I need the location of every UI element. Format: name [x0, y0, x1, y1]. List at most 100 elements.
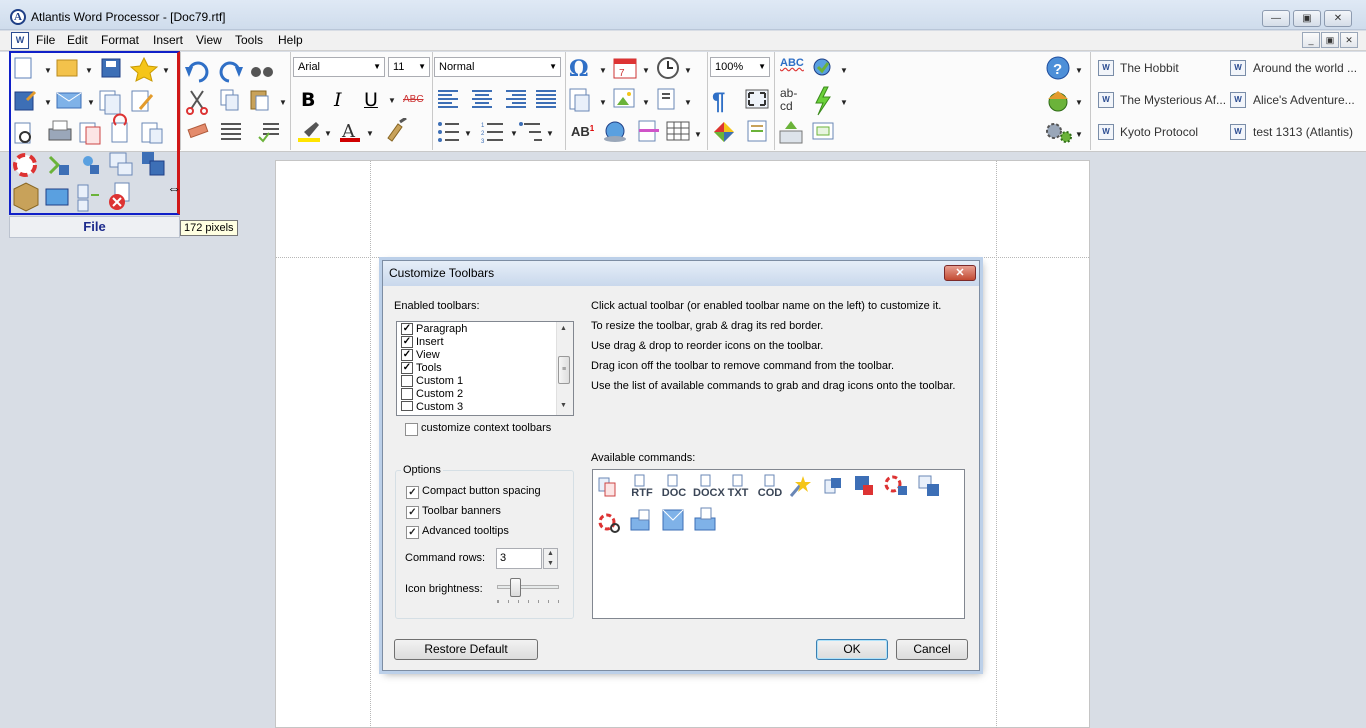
- scroll-thumb[interactable]: ≡: [558, 356, 570, 384]
- close-window-button[interactable]: ✕: [1324, 10, 1352, 27]
- calendar-icon: 7: [613, 58, 637, 79]
- maximize-button[interactable]: ▣: [1293, 10, 1321, 27]
- command-rows-spinner[interactable]: ▲ ▼: [543, 548, 558, 569]
- font-size-combo[interactable]: 11 ▼: [388, 57, 430, 77]
- toolbar-checkbox-insert[interactable]: ✓: [401, 336, 413, 348]
- menu-insert[interactable]: Insert: [150, 32, 186, 48]
- cmd-label-txt[interactable]: TXT: [725, 488, 751, 516]
- cmd-document-group-icon: [598, 477, 616, 497]
- toolbar-checkbox-tools[interactable]: ✓: [401, 362, 413, 374]
- align-right-icon: [506, 90, 526, 108]
- toolbar-checkbox-custom1[interactable]: [401, 375, 413, 387]
- svg-text:3: 3: [481, 139, 485, 145]
- strikethrough-button[interactable]: ABC: [403, 94, 424, 105]
- svg-text:1: 1: [481, 123, 485, 129]
- cmd-label-cod[interactable]: COD: [757, 488, 783, 516]
- menu-help[interactable]: Help: [275, 32, 306, 48]
- cut-scissors-icon: [186, 90, 208, 115]
- svg-text:▼: ▼: [324, 129, 332, 138]
- svg-text:▼: ▼: [684, 66, 692, 75]
- cmd-label-rtf[interactable]: RTF: [629, 488, 655, 516]
- menu-format[interactable]: Format: [98, 32, 142, 48]
- mdi-restore-button[interactable]: ▣: [1321, 32, 1339, 48]
- svg-text:▼: ▼: [1075, 98, 1083, 107]
- zoom-combo[interactable]: 100% ▼: [710, 57, 770, 77]
- toolbar-item-custom2[interactable]: Custom 2: [416, 388, 463, 401]
- advanced-tooltips-checkbox[interactable]: ✓: [406, 526, 419, 539]
- cancel-button[interactable]: Cancel: [896, 639, 968, 660]
- menu-edit[interactable]: Edit: [64, 32, 91, 48]
- mdi-minimize-button[interactable]: _: [1302, 32, 1320, 48]
- fullscreen-icon: [745, 89, 769, 109]
- toolbar-checkbox-custom2[interactable]: [401, 388, 413, 400]
- resize-tooltip: 172 pixels: [180, 220, 238, 236]
- toolbar-checkbox-custom3[interactable]: [401, 401, 413, 411]
- dialog-close-button[interactable]: ✕: [944, 265, 976, 281]
- align-center-icon: [472, 90, 492, 108]
- bold-button[interactable]: B: [301, 89, 315, 111]
- cmd-file-doc-icon: [667, 474, 678, 487]
- font-combo[interactable]: Arial ▼: [293, 57, 385, 77]
- brightness-slider-track[interactable]: [497, 585, 559, 589]
- recent-doc-5[interactable]: Kyoto Protocol: [1120, 125, 1198, 139]
- italic-button[interactable]: I: [334, 89, 342, 111]
- toolbar-item-view[interactable]: View: [416, 349, 440, 362]
- page-layout-icon: [747, 120, 767, 142]
- recent-doc-6[interactable]: test 1313 (Atlantis): [1253, 125, 1353, 139]
- ok-button[interactable]: OK: [816, 639, 888, 660]
- mdi-close-button[interactable]: ✕: [1340, 32, 1358, 48]
- font-value: Arial: [298, 61, 321, 73]
- toolbar-item-tools[interactable]: Tools: [416, 362, 442, 375]
- cmd-label-doc[interactable]: DOC: [661, 488, 687, 516]
- available-commands-label: Available commands:: [591, 452, 696, 464]
- menu-tools[interactable]: Tools: [232, 32, 266, 48]
- toolbar-item-custom3[interactable]: Custom 3: [416, 401, 463, 414]
- web-home-icon: [1048, 91, 1068, 112]
- menu-view[interactable]: View: [193, 32, 225, 48]
- scroll-up-icon[interactable]: ▲: [560, 325, 567, 332]
- scroll-down-icon[interactable]: ▼: [560, 402, 567, 409]
- restore-default-button[interactable]: Restore Default: [394, 639, 538, 660]
- list-check-icon: [258, 123, 279, 143]
- copy-icon: [220, 89, 239, 111]
- svg-text:¶: ¶: [712, 88, 725, 115]
- recent-doc-3[interactable]: The Mysterious Af...: [1120, 93, 1226, 107]
- file-toolbar-resize-frame[interactable]: [9, 51, 180, 215]
- menu-file[interactable]: File: [33, 32, 58, 48]
- insert-globe-icon: [604, 121, 626, 142]
- instruction-line-4: Drag icon off the toolbar to remove comm…: [591, 360, 895, 372]
- document-icon[interactable]: W: [11, 32, 29, 49]
- redo-icon: [219, 61, 243, 83]
- svg-text:▼: ▼: [642, 98, 650, 107]
- color-palette-icon: [714, 122, 734, 142]
- toolbar-banners-checkbox[interactable]: ✓: [406, 506, 419, 519]
- svg-text:▼: ▼: [694, 130, 702, 139]
- recent-doc-2[interactable]: Around the world ...: [1253, 61, 1357, 75]
- view-toolbar-icons: ¶: [712, 88, 769, 142]
- underline-button[interactable]: U: [364, 89, 378, 111]
- command-rows-input[interactable]: 3: [496, 548, 542, 569]
- compact-spacing-checkbox[interactable]: ✓: [406, 486, 419, 499]
- word-doc-icon: W: [1230, 92, 1246, 108]
- toolbar-item-paragraph[interactable]: Paragraph: [416, 323, 467, 336]
- recent-doc-1[interactable]: The Hobbit: [1120, 61, 1179, 75]
- toolbar-checkbox-view[interactable]: ✓: [401, 349, 413, 361]
- svg-text:▼: ▼: [464, 129, 472, 138]
- toolbar-item-custom1[interactable]: Custom 1: [416, 375, 463, 388]
- cmd-label-docx[interactable]: DOCX: [693, 488, 725, 516]
- toolbar-item-insert[interactable]: Insert: [416, 336, 444, 349]
- style-combo[interactable]: Normal ▼: [434, 57, 561, 77]
- highlight-marker-icon: [298, 122, 320, 142]
- underline-dropdown[interactable]: ▼: [388, 97, 396, 105]
- minimize-button[interactable]: —: [1262, 10, 1290, 27]
- bullet-list-icon: [438, 122, 459, 142]
- resize-cursor-icon: ⇔: [167, 180, 181, 196]
- slider-ticks: [497, 600, 559, 603]
- superscript-button[interactable]: AB1: [571, 124, 594, 139]
- context-toolbars-checkbox[interactable]: [405, 423, 418, 436]
- lightning-icon: [815, 86, 831, 116]
- app-logo-icon: A: [10, 9, 26, 25]
- recent-doc-4[interactable]: Alice's Adventure...: [1253, 93, 1355, 107]
- brightness-slider-thumb[interactable]: [510, 578, 521, 597]
- toolbar-checkbox-paragraph[interactable]: ✓: [401, 323, 413, 335]
